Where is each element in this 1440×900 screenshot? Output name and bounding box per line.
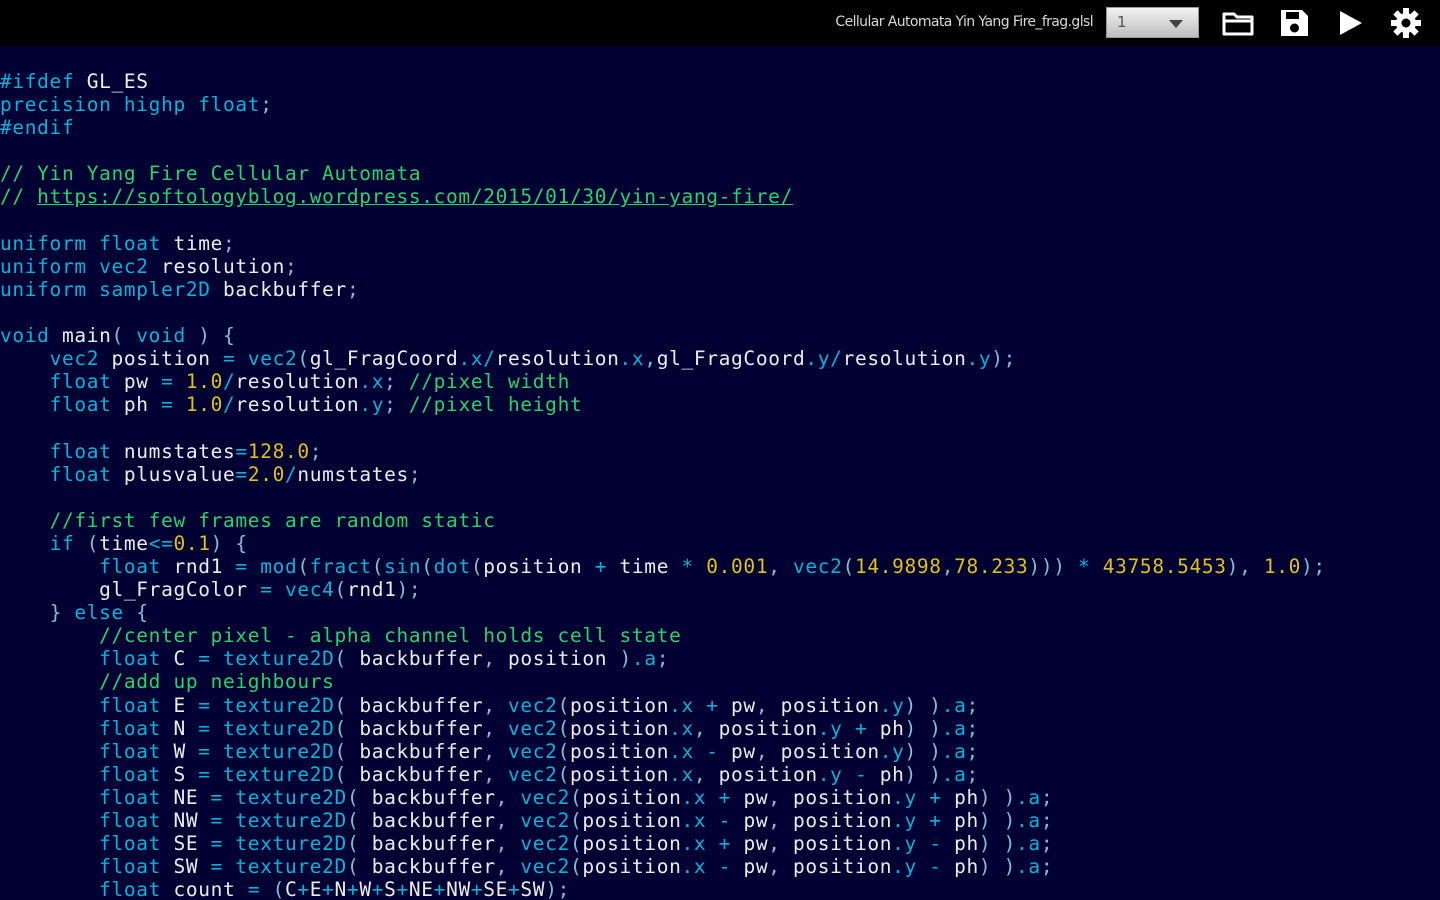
toolbar: Cellular Automata Yin Yang Fire_frag.gls…	[0, 0, 1440, 46]
folder-open-icon[interactable]	[1221, 7, 1255, 39]
code-line: void main( void ) {	[0, 324, 236, 348]
code-line: // Yin Yang Fire Cellular Automata	[0, 162, 422, 186]
code-line: float NE = texture2D( backbuffer, vec2(p…	[99, 785, 1054, 809]
code-line: #ifdef GL_ES	[0, 70, 149, 93]
code-line: float N = texture2D( backbuffer, vec2(po…	[99, 716, 979, 740]
code-line: float pw = 1.0/resolution.x; //pixel wid…	[49, 370, 570, 394]
code-line: float S = texture2D( backbuffer, vec2(po…	[99, 762, 979, 786]
code-line: vec2 position = vec2(gl_FragCoord.x/reso…	[49, 347, 1017, 371]
chevron-down-icon	[1169, 20, 1183, 28]
code-line: float plusvalue=2.0/numstates;	[49, 462, 422, 486]
save-icon[interactable]	[1277, 7, 1311, 39]
settings-gear-icon[interactable]	[1389, 7, 1423, 39]
play-icon[interactable]	[1333, 7, 1367, 39]
code-editor[interactable]: #ifdef GL_ES precision highp float; #endif…	[0, 70, 1440, 900]
code-line: uniform float time;	[0, 231, 236, 255]
channel-select[interactable]: 1	[1106, 7, 1199, 38]
code-line: if (time<=0.1) {	[49, 531, 248, 555]
code-line: //first few frames are random static	[49, 508, 496, 532]
code-line: uniform vec2 resolution;	[0, 254, 298, 278]
code-line: precision highp float;	[0, 93, 273, 117]
code-line: float E = texture2D( backbuffer, vec2(po…	[99, 693, 979, 717]
file-title: Cellular Automata Yin Yang Fire_frag.gls…	[835, 14, 1093, 30]
code-line: float W = texture2D( backbuffer, vec2(po…	[99, 739, 979, 763]
code-line: uniform sampler2D backbuffer;	[0, 277, 360, 301]
code-line: float count = (C+E+N+W+S+NE+NW+SE+SW);	[99, 878, 570, 900]
code-line: float rnd1 = mod(fract(sin(dot(position …	[99, 554, 1326, 578]
code-line: // https://softologyblog.wordpress.com/2…	[0, 185, 793, 209]
code-line: #endif	[0, 116, 75, 140]
code-line: float SE = texture2D( backbuffer, vec2(p…	[99, 832, 1054, 856]
channel-select-value: 1	[1117, 13, 1127, 31]
code-line: gl_FragColor = vec4(rnd1);	[99, 578, 422, 602]
code-line: //center pixel - alpha channel holds cel…	[99, 624, 682, 648]
code-line: } else {	[49, 601, 149, 625]
code-line: float NW = texture2D( backbuffer, vec2(p…	[99, 809, 1054, 832]
code-line: float ph = 1.0/resolution.y; //pixel hei…	[49, 393, 583, 417]
code-line: //add up neighbours	[99, 670, 335, 694]
code-line: float numstates=128.0;	[49, 439, 323, 463]
code-line: float SW = texture2D( backbuffer, vec2(p…	[99, 855, 1054, 879]
code-line: float C = texture2D( backbuffer, positio…	[99, 647, 670, 671]
